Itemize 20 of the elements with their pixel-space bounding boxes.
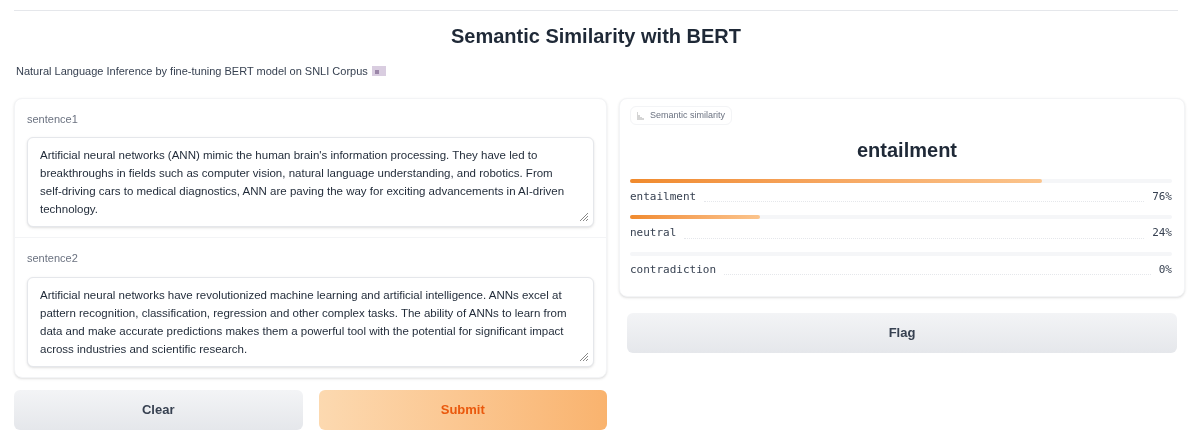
chart-icon [637,111,645,120]
flag-button[interactable]: Flag [627,313,1177,353]
confidence-value: 24% [1152,225,1172,241]
text-area[interactable]: Artificial neural networks have revolutionized machine learning and artificial intelligence. ANNs excel at pattern recognition, classification, regression and other complex tasks. The ability of ANNs to learn from data and make accurate predictions makes them a powerful tool with the potential for significant impact across industries and scientific research. [27,276,594,367]
resize-handle-icon[interactable] [579,351,589,362]
class-label: contradiction [630,261,717,278]
resize-handle-icon[interactable] [579,212,589,222]
confidence-value: 76% [1152,188,1172,205]
confidence-value: 0% [1158,261,1172,278]
image-icon [371,66,386,77]
description: Natural Language Inference by fine-tuning BERT model on SNLI Corpus [16,64,368,79]
clear-button[interactable]: Clear [14,389,303,430]
output-label-tag: Semantic similarity [630,105,732,126]
predicted-label: entailment [856,137,958,163]
text-area[interactable]: Artificial neural networks (ANN) mimic the human brain's information processing. They have led to breakthroughs in fields such as computer vision, natural language understanding, and robotics. From self-driving cars to medical diagnostics, ANN are paving the way for exciting advancements in AI-driven technology. [27,137,594,227]
field-label: sentence1 [27,111,79,127]
class-label: neutral [630,225,677,241]
page-title: Semantic Similarity with BERT [449,24,743,49]
class-label: entailment [630,188,697,205]
field-label: sentence2 [27,251,79,266]
